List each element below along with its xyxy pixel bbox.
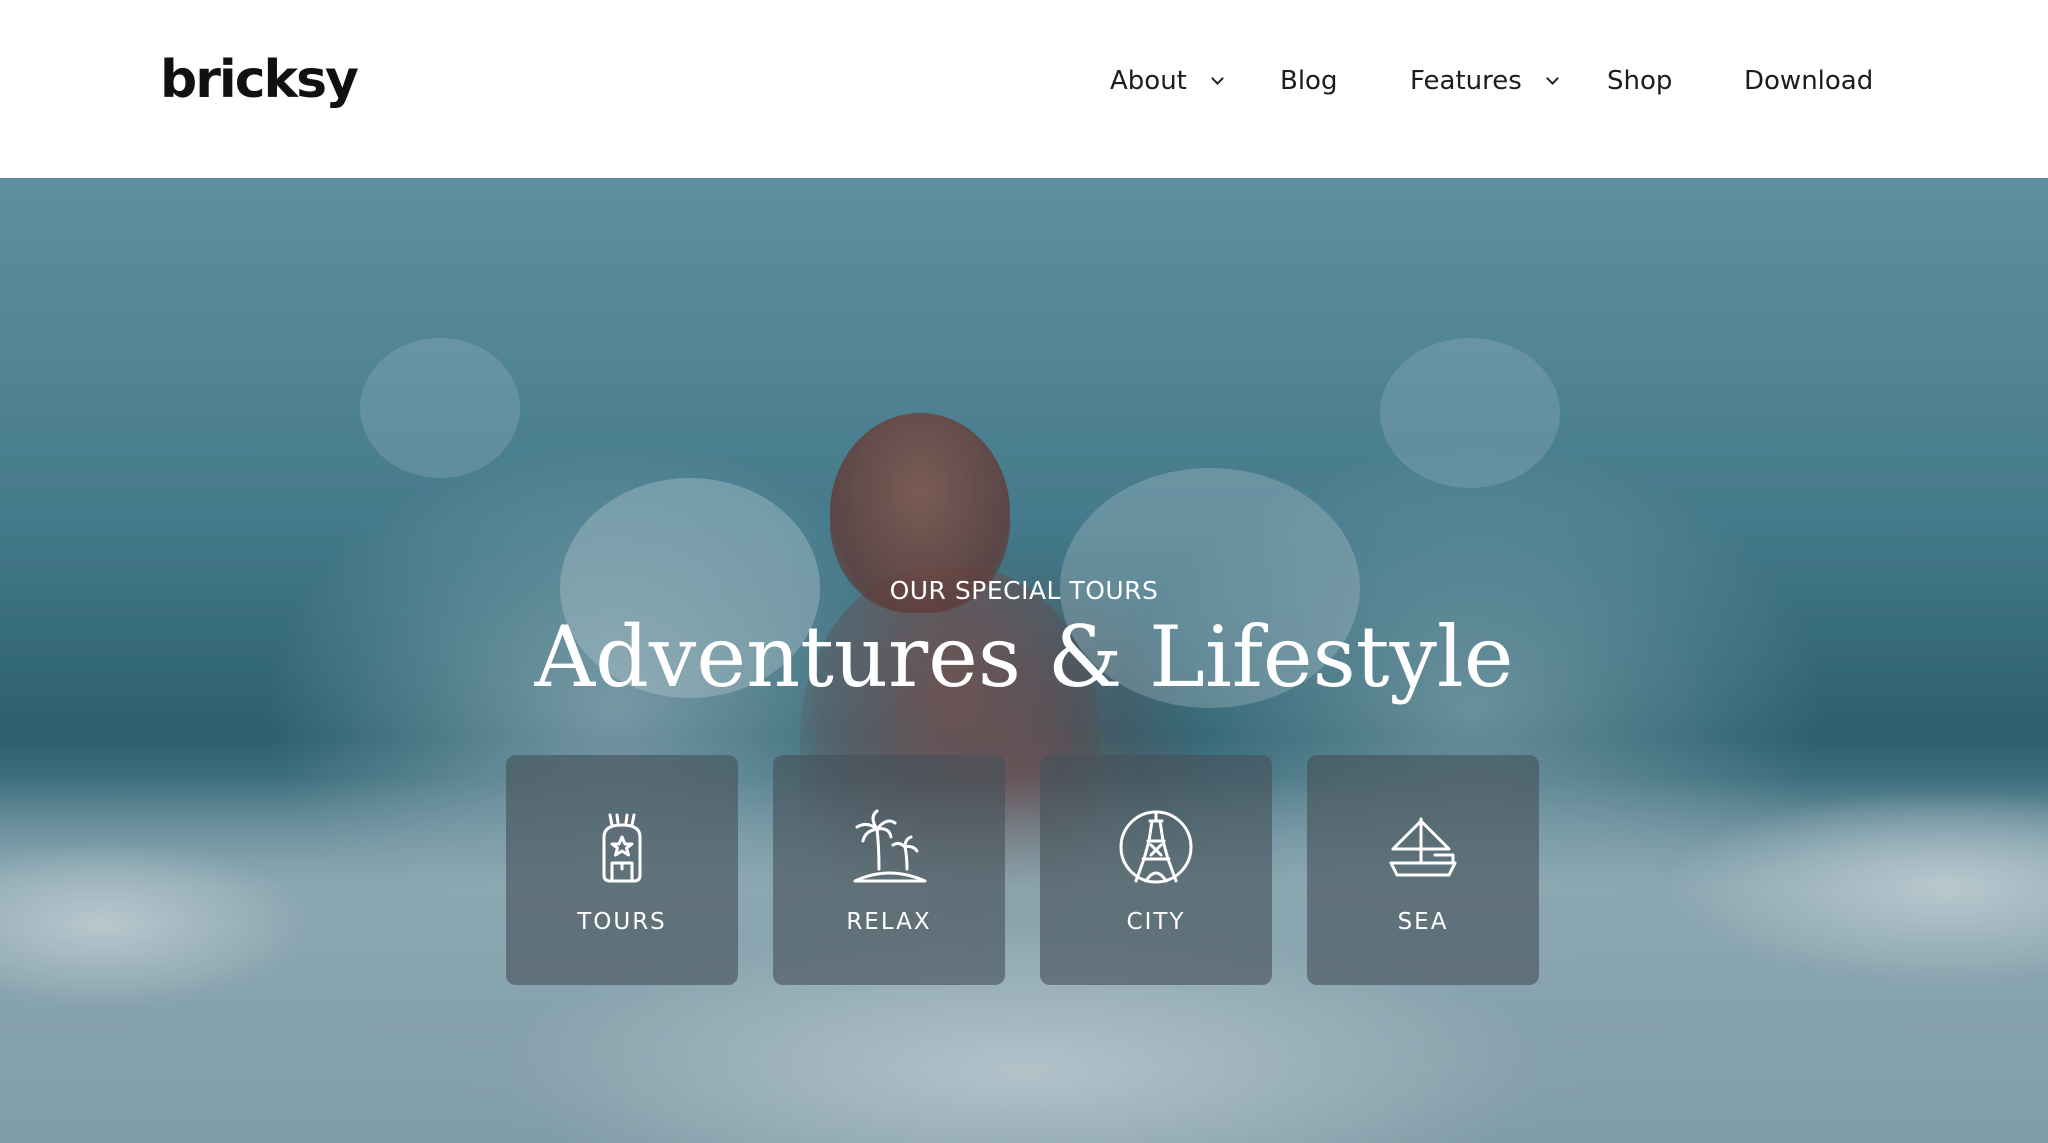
category-card-tours[interactable]: TOURS — [506, 755, 738, 985]
nav-item-blog[interactable]: Blog — [1280, 60, 1337, 102]
nav-item-label: Download — [1744, 66, 1874, 96]
hero-section: OUR SPECIAL TOURS Adventures & Lifestyle… — [0, 178, 2048, 1143]
category-card-sea[interactable]: SEA — [1307, 755, 1539, 985]
backpack-icon — [602, 813, 642, 883]
site-header: bricksy About Blog Features Shop Downloa… — [0, 0, 2048, 178]
category-card-relax[interactable]: RELAX — [773, 755, 1005, 985]
nav-item-label: About — [1110, 66, 1187, 96]
chevron-down-icon — [1545, 71, 1559, 85]
eiffel-tower-icon — [1119, 810, 1193, 884]
card-label: TOURS — [577, 909, 667, 935]
nav-item-label: Features — [1410, 66, 1522, 96]
palm-island-icon — [853, 809, 927, 883]
category-cards: TOURS RELAX CITY SEA — [0, 755, 2048, 985]
hero-eyebrow: OUR SPECIAL TOURS — [889, 576, 1159, 605]
sailboat-icon — [1389, 817, 1457, 877]
nav-item-about[interactable]: About — [1110, 60, 1224, 102]
nav-item-shop[interactable]: Shop — [1607, 60, 1672, 102]
chevron-down-icon — [1211, 71, 1224, 85]
nav-item-label: Shop — [1607, 66, 1673, 96]
brand-logo[interactable]: bricksy — [160, 50, 359, 110]
nav-item-features[interactable]: Features — [1410, 60, 1559, 102]
nav-item-download[interactable]: Download — [1744, 60, 1873, 102]
card-label: RELAX — [846, 909, 932, 935]
hero-title: Adventures & Lifestyle — [534, 608, 1514, 706]
card-label: SEA — [1397, 909, 1449, 935]
category-card-city[interactable]: CITY — [1040, 755, 1272, 985]
card-label: CITY — [1126, 909, 1186, 935]
nav-item-label: Blog — [1280, 66, 1338, 96]
